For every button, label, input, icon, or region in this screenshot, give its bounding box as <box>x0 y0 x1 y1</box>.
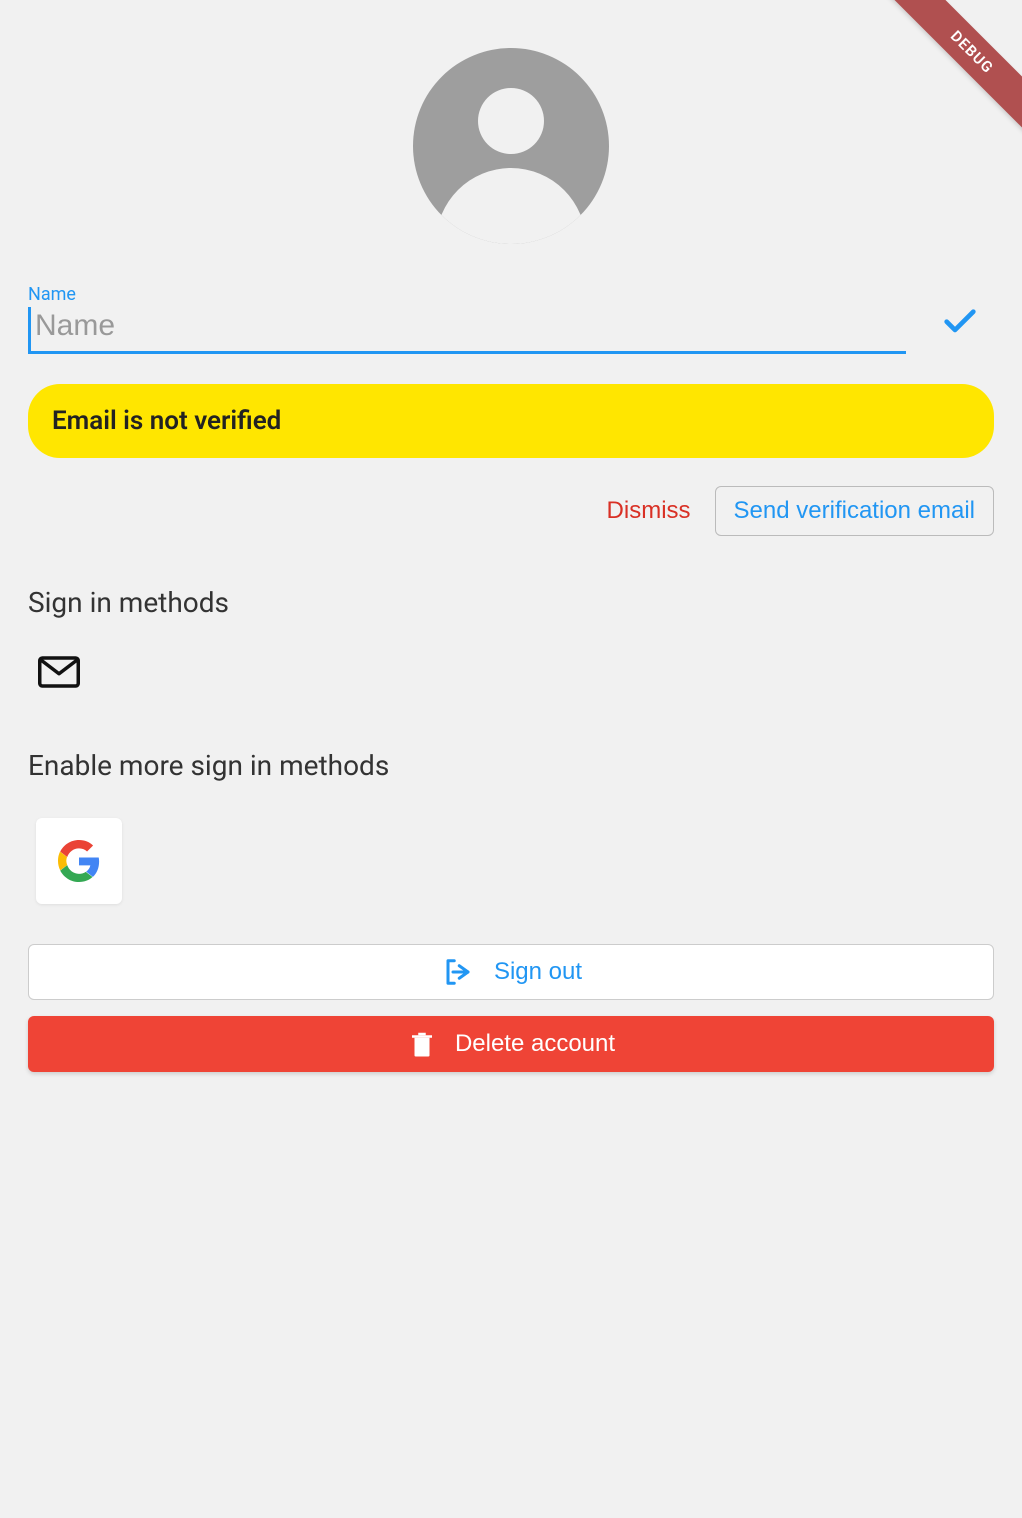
name-input[interactable] <box>28 307 906 354</box>
signout-button[interactable]: Sign out <box>28 944 994 1000</box>
delete-label: Delete account <box>455 1030 615 1058</box>
email-warning-banner: Email is not verified <box>28 384 994 458</box>
email-icon <box>38 655 80 693</box>
send-verification-button[interactable]: Send verification email <box>715 486 994 536</box>
signout-icon <box>440 957 476 987</box>
signin-methods-heading: Sign in methods <box>28 586 994 619</box>
name-field: Name <box>28 284 906 354</box>
dismiss-button[interactable]: Dismiss <box>599 487 699 535</box>
name-label: Name <box>28 284 906 305</box>
enable-more-heading: Enable more sign in methods <box>28 749 994 782</box>
confirm-name-button[interactable] <box>936 296 984 344</box>
delete-account-button[interactable]: Delete account <box>28 1016 994 1072</box>
check-icon <box>940 300 980 340</box>
signin-methods-row <box>28 655 994 693</box>
name-row: Name <box>28 284 994 354</box>
google-signin-button[interactable] <box>36 818 122 904</box>
profile-container: Name Email is not verified Dismiss Send … <box>0 0 1022 1116</box>
avatar-placeholder[interactable] <box>413 48 609 244</box>
signout-label: Sign out <box>494 958 582 986</box>
avatar-wrap <box>28 48 994 244</box>
google-icon <box>58 840 100 882</box>
trash-icon <box>407 1028 437 1060</box>
warning-actions: Dismiss Send verification email <box>28 486 994 536</box>
